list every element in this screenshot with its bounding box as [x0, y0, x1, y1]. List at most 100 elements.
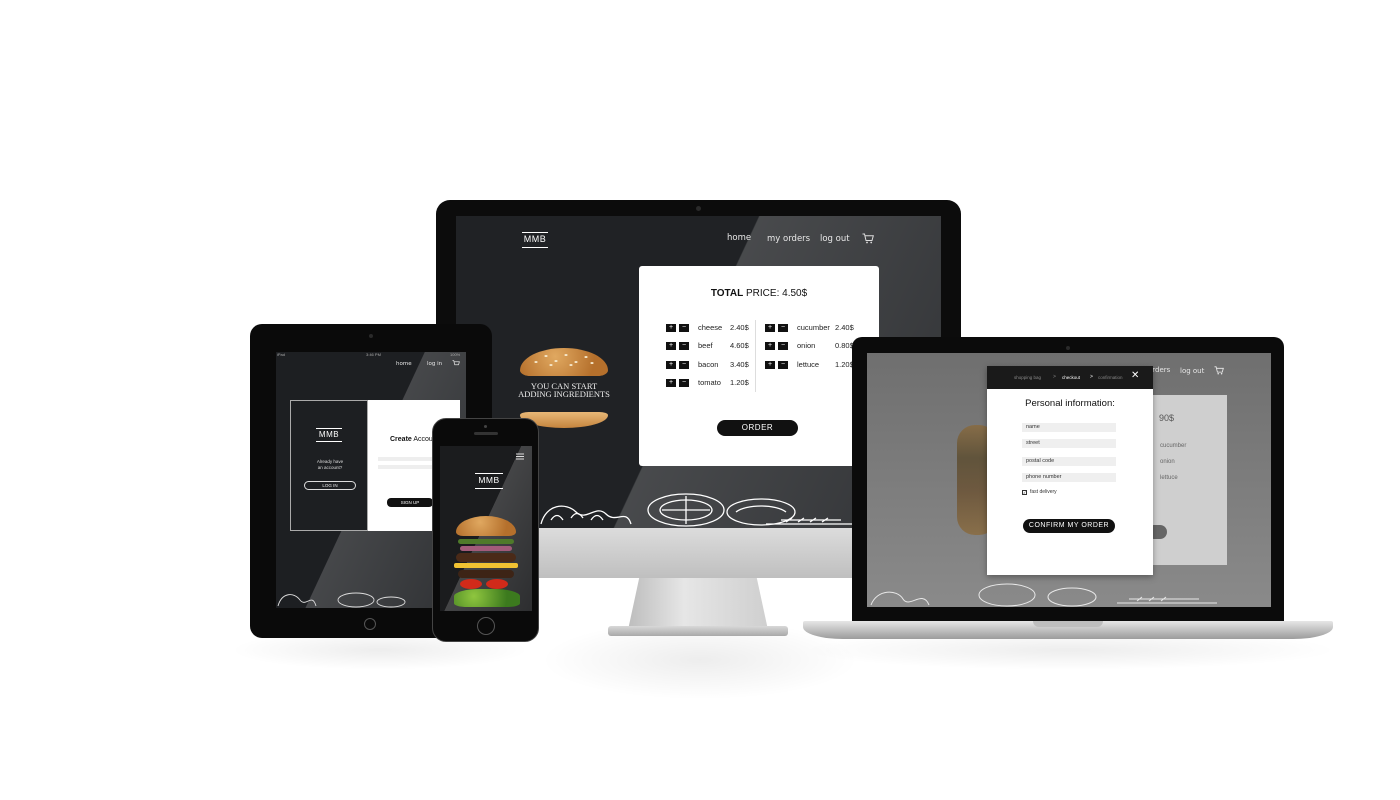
imac-camera: [696, 206, 701, 211]
step-shopping-bag[interactable]: shopping bag: [1014, 375, 1041, 380]
hamburger-menu-icon[interactable]: [516, 453, 524, 460]
step-confirmation[interactable]: confirmation: [1098, 375, 1123, 380]
create-bold: Create: [390, 436, 412, 443]
status-carrier: iPad: [277, 352, 286, 357]
mmb-logo[interactable]: MMB: [316, 428, 342, 442]
ingredient-price: 0.80$: [835, 341, 854, 350]
burger-top-bun: [456, 516, 516, 536]
nav-home[interactable]: home: [727, 233, 751, 243]
ingredient-price: 4.60$: [730, 341, 749, 350]
burger-cheese: [454, 563, 518, 568]
ingredient-price: 2.40$: [835, 323, 854, 332]
cart-icon[interactable]: [1214, 366, 1224, 375]
order-card: TOTAL PRICE: 4.50$ + − cheese 2.40$ + − be…: [639, 266, 879, 466]
imac-stand: [628, 578, 768, 630]
login-side-panel: MMB Already have an account? LOG IN: [290, 400, 368, 531]
burger-tomato: [486, 579, 508, 589]
order-button[interactable]: ORDER: [717, 420, 798, 436]
create-account-title: Create Accoun: [390, 436, 437, 443]
remove-beef-button[interactable]: −: [679, 342, 689, 351]
ingredient-name: bacon: [698, 360, 719, 369]
signup-field[interactable]: [378, 465, 434, 469]
phone-home-button[interactable]: [477, 617, 495, 635]
remove-tomato-button[interactable]: −: [679, 379, 689, 388]
nav-log-out[interactable]: log out: [820, 234, 850, 244]
add-bacon-button[interactable]: +: [666, 361, 676, 370]
ingredient-name: lettuce: [797, 360, 820, 369]
hero-line-2: ADDING INGREDIENTS: [518, 389, 610, 399]
add-lettuce-button[interactable]: +: [765, 361, 775, 370]
background-price: 90$: [1159, 413, 1175, 423]
nav-log-out[interactable]: log out: [1180, 367, 1204, 375]
mmb-logo[interactable]: MMB: [522, 232, 548, 248]
postal-code-field[interactable]: postal code: [1022, 457, 1116, 466]
sesame-seeds: [534, 354, 594, 366]
ingredient-price: 3.40$: [730, 360, 749, 369]
cart-icon[interactable]: [862, 233, 874, 244]
ingredient-name: beef: [698, 341, 713, 350]
add-cucumber-button[interactable]: +: [765, 324, 775, 333]
hero-text: YOU CAN START ADDING INGREDIENTS: [512, 382, 616, 399]
signup-field[interactable]: [378, 457, 434, 461]
step-checkout[interactable]: checkout: [1062, 375, 1080, 380]
burger-patty: [456, 553, 516, 562]
remove-cucumber-button[interactable]: −: [778, 324, 788, 333]
ingredient-price: 2.40$: [730, 323, 749, 332]
checkout-steps-bar: shopping bag > checkout > confirmation ✕: [987, 366, 1153, 389]
fast-delivery-label: fast delivery: [1030, 489, 1057, 495]
column-divider: [755, 320, 756, 392]
close-icon[interactable]: ✕: [1131, 370, 1139, 381]
imac-foot: [608, 626, 788, 636]
laptop-screen: orders log out 90$ cucumber onion lettuc…: [867, 353, 1271, 607]
log-in-button[interactable]: LOG IN: [304, 481, 356, 490]
remove-cheese-button[interactable]: −: [679, 324, 689, 333]
total-label: TOTAL: [710, 288, 744, 299]
tablet-home-button[interactable]: [364, 618, 376, 630]
background-item: cucumber: [1160, 443, 1187, 449]
add-onion-button[interactable]: +: [765, 342, 775, 351]
nav-log-in[interactable]: log in: [427, 361, 442, 367]
add-beef-button[interactable]: +: [666, 342, 676, 351]
mmb-logo[interactable]: MMB: [475, 473, 503, 489]
step-separator: >: [1090, 374, 1093, 380]
status-battery: 100%: [450, 352, 461, 357]
remove-onion-button[interactable]: −: [778, 342, 788, 351]
nav-my-orders[interactable]: my orders: [767, 234, 810, 244]
burger-lettuce: [458, 539, 514, 544]
nav-home[interactable]: home: [396, 361, 412, 367]
confirm-order-button[interactable]: CONFIRM MY ORDER: [1023, 519, 1115, 533]
background-item: onion: [1160, 459, 1175, 465]
status-time: 3:46 PM: [366, 352, 381, 357]
remove-bacon-button[interactable]: −: [679, 361, 689, 370]
already-have-account: Already have an account?: [291, 459, 369, 471]
ingredient-name: tomato: [698, 378, 721, 387]
personal-info-title: Personal information:: [1025, 398, 1115, 409]
total-price: TOTAL PRICE: 4.50$: [639, 288, 879, 299]
sign-up-button[interactable]: SIGN UP: [387, 498, 433, 507]
remove-lettuce-button[interactable]: −: [778, 361, 788, 370]
laptop-notch: [1033, 621, 1103, 627]
laptop-camera: [1066, 346, 1070, 350]
burger-patty: [458, 570, 514, 578]
add-tomato-button[interactable]: +: [666, 379, 676, 388]
phone-camera: [484, 425, 487, 428]
ingredient-price: 1.20$: [835, 360, 854, 369]
ingredient-name: cheese: [698, 323, 723, 332]
phone-speaker: [474, 432, 498, 435]
street-field[interactable]: street: [1022, 439, 1116, 448]
food-doodle-illustration: [540, 493, 856, 527]
background-item: lettuce: [1160, 475, 1178, 481]
cart-icon[interactable]: [452, 360, 460, 367]
tablet-camera: [369, 334, 373, 338]
name-field[interactable]: name: [1022, 423, 1116, 432]
food-doodle-illustration: [870, 583, 1217, 607]
phone-screen: MMB: [440, 446, 532, 611]
already-line-2: an account?: [317, 465, 343, 470]
phone-number-field[interactable]: phone number: [1022, 473, 1116, 482]
step-separator: >: [1053, 374, 1056, 380]
burger-tomato: [460, 579, 482, 589]
checkout-modal: shopping bag > checkout > confirmation ✕…: [987, 366, 1153, 575]
fast-delivery-checkbox[interactable]: ✓: [1022, 490, 1027, 495]
add-cheese-button[interactable]: +: [666, 324, 676, 333]
devices-mockup: MMB home my orders log out YOU CAN START…: [0, 0, 1400, 800]
